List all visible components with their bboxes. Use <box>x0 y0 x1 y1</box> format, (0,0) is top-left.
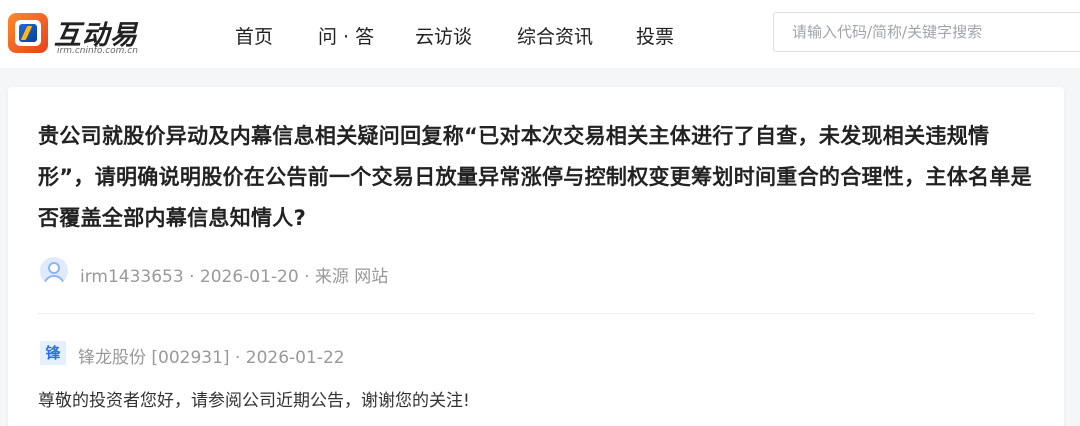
site-logo[interactable]: 互动易 irm.cninfo.com.cn <box>8 9 168 59</box>
nav-home[interactable]: 首页 <box>235 22 273 49</box>
answer-meta-text[interactable]: 锋龙股份 [002931] · 2026-01-22 <box>78 343 345 368</box>
qa-card: 贵公司就股价异动及内幕信息相关疑问回复称“已对本次交易相关主体进行了自查，未发现… <box>8 87 1064 426</box>
nav-cloud-interview[interactable]: 云访谈 <box>415 22 472 49</box>
company-badge: 锋 <box>40 341 66 365</box>
search-input[interactable] <box>773 12 1080 52</box>
nav-qa[interactable]: 问 · 答 <box>318 22 374 49</box>
nav-vote[interactable]: 投票 <box>636 22 674 49</box>
question-text: 贵公司就股价异动及内幕信息相关疑问回复称“已对本次交易相关主体进行了自查，未发现… <box>38 124 1032 230</box>
divider <box>38 313 1034 314</box>
nav-news[interactable]: 综合资讯 <box>517 22 593 49</box>
question-meta-text: irm1433653 · 2026-01-20 · 来源 网站 <box>80 267 389 287</box>
user-avatar-icon[interactable] <box>40 257 68 285</box>
logo-icon <box>8 13 48 53</box>
top-header: 互动易 irm.cninfo.com.cn 首页 问 · 答 云访谈 综合资讯 … <box>0 0 1080 68</box>
answer-text: 尊敬的投资者您好，请参阅公司近期公告，谢谢您的关注! <box>38 391 470 411</box>
logo-subtext: irm.cninfo.com.cn <box>57 46 138 56</box>
